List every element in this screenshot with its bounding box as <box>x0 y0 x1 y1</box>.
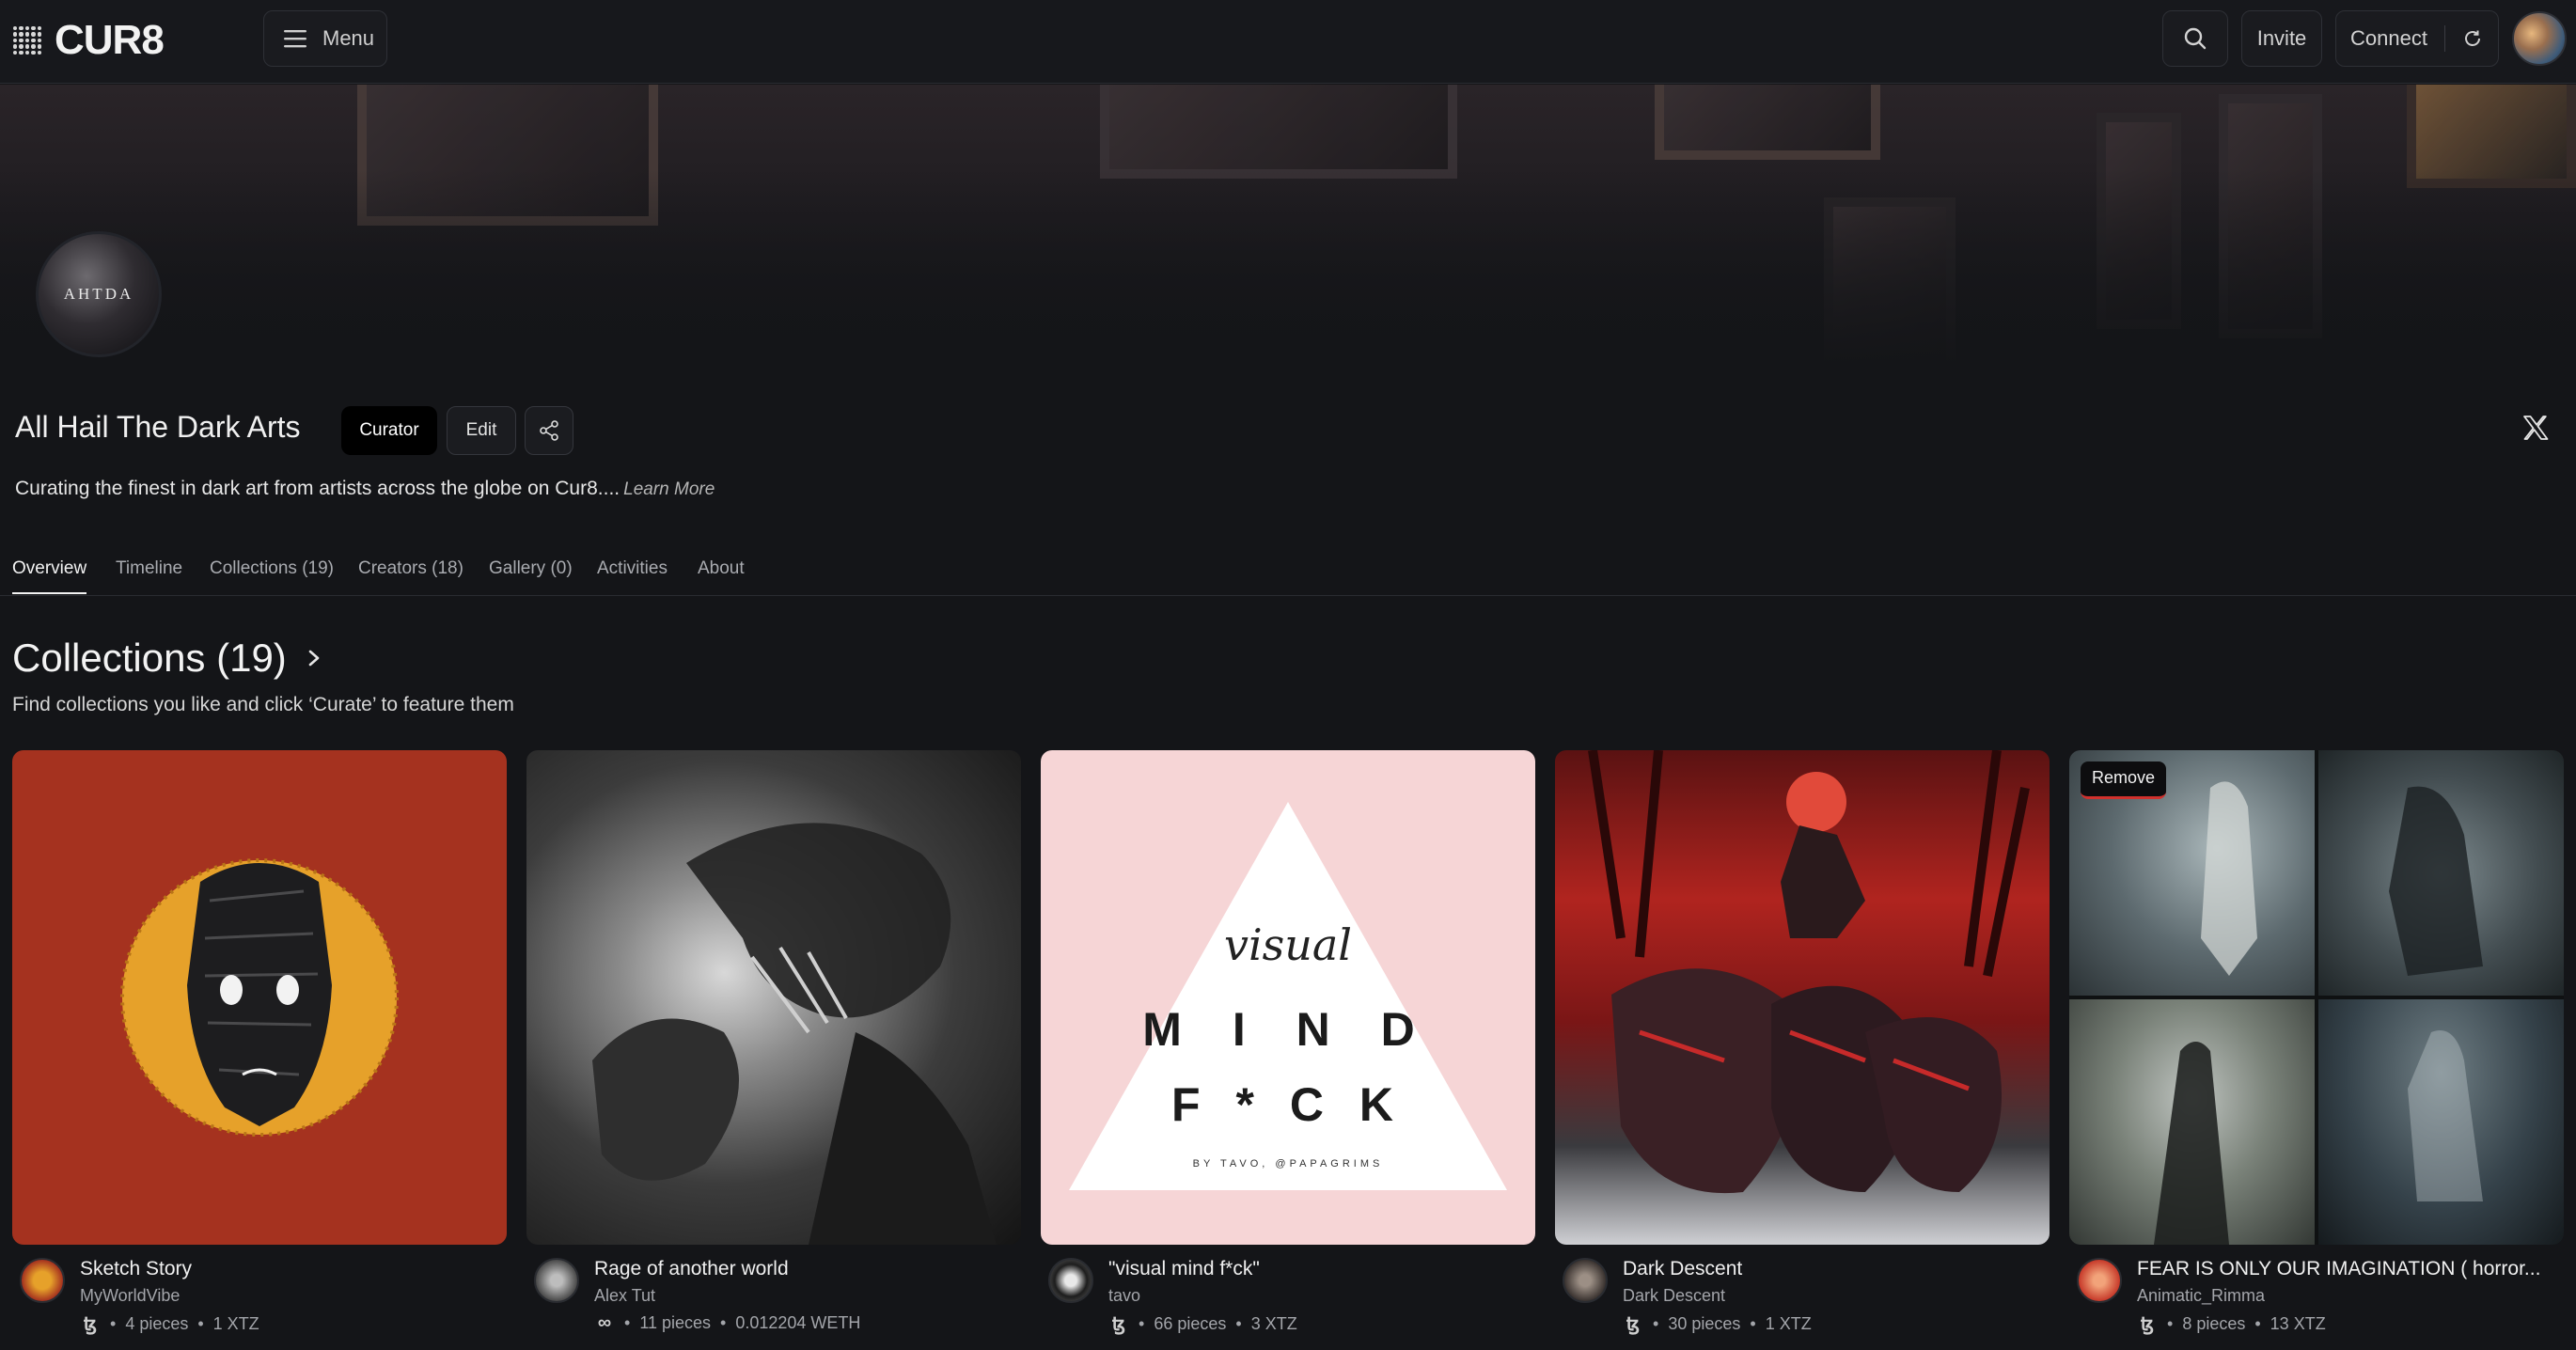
tab-activities[interactable]: Activities <box>597 558 668 592</box>
tab-overview[interactable]: Overview <box>12 558 87 594</box>
creator-avatar[interactable] <box>534 1258 579 1303</box>
collections-heading[interactable]: Collections (19) <box>12 636 324 681</box>
collection-title[interactable]: FEAR IS ONLY OUR IMAGINATION ( horror... <box>2137 1258 2551 1280</box>
share-icon <box>540 420 558 441</box>
connect-button[interactable]: Connect <box>2335 10 2499 67</box>
tezos-icon: ꜩ <box>83 1314 98 1335</box>
remove-button[interactable]: Remove <box>2081 761 2167 799</box>
collection-image[interactable]: Remove <box>2069 750 2564 1245</box>
piece-count: 4 pieces <box>125 1314 189 1333</box>
creator-avatar[interactable] <box>20 1258 65 1303</box>
logo-text: CUR8 <box>55 17 165 63</box>
collection-image[interactable] <box>1555 750 2050 1245</box>
collection-card[interactable]: Dark Descent Dark Descent ꜩ • 30 pieces … <box>1555 750 2050 1348</box>
artwork-byline: BY TAVO, @PAPAGRIMS <box>1192 1158 1384 1169</box>
logo-grid-icon <box>13 26 41 55</box>
learn-more-link[interactable]: Learn More <box>623 479 715 499</box>
collection-meta: ꜩ • 4 pieces • 1 XTZ <box>80 1312 259 1336</box>
search-icon <box>2184 27 2207 50</box>
piece-count: 8 pieces <box>2182 1314 2246 1333</box>
collection-meta: ꜩ • 66 pieces • 3 XTZ <box>1108 1312 1297 1336</box>
edit-label: Edit <box>465 420 497 440</box>
collection-image[interactable] <box>526 750 1021 1245</box>
collections-title: Collections (19) <box>12 636 287 680</box>
logo[interactable]: CUR8 <box>13 17 165 64</box>
piece-count: 11 pieces <box>639 1313 712 1332</box>
divider <box>2443 25 2445 52</box>
page-title: All Hail The Dark Arts <box>15 410 301 444</box>
floor-price: 13 XTZ <box>2270 1314 2326 1333</box>
collection-card[interactable]: Remove FEAR IS ONLY OUR IMAGINATION ( ho… <box>2069 750 2564 1348</box>
menu-label: Menu <box>322 26 375 50</box>
collection-creator[interactable]: tavo <box>1108 1286 1140 1306</box>
tab-collections[interactable]: Collections (19) <box>210 558 334 592</box>
collection-image[interactable] <box>12 750 507 1245</box>
collections-subtitle: Find collections you like and click ‘Cur… <box>12 694 514 715</box>
collection-creator[interactable]: Animatic_Rimma <box>2137 1286 2265 1306</box>
piece-count: 30 pieces <box>1668 1314 1741 1333</box>
collection-creator[interactable]: Alex Tut <box>594 1286 655 1306</box>
profile-banner <box>0 85 2576 367</box>
refresh-icon[interactable] <box>2462 28 2483 49</box>
top-bar: CUR8 Menu Invite Connect <box>0 0 2576 84</box>
connect-label: Connect <box>2350 26 2427 50</box>
artwork-line-2: F * C K <box>1171 1078 1405 1131</box>
tezos-icon: ꜩ <box>1111 1314 1126 1335</box>
description-text: Curating the finest in dark art from art… <box>15 478 620 499</box>
floor-price: 3 XTZ <box>1250 1314 1297 1333</box>
tezos-icon: ꜩ <box>2140 1314 2155 1335</box>
chevron-right-icon <box>308 650 320 667</box>
collection-title[interactable]: Dark Descent <box>1623 1258 2036 1280</box>
edit-button[interactable]: Edit <box>447 406 516 455</box>
search-button[interactable] <box>2162 10 2228 67</box>
collection-creator[interactable]: MyWorldVibe <box>80 1286 180 1306</box>
collection-title[interactable]: "visual mind f*ck" <box>1108 1258 1522 1280</box>
collection-title[interactable]: Rage of another world <box>594 1258 1008 1280</box>
collection-meta: ꜩ • 30 pieces • 1 XTZ <box>1623 1312 1812 1336</box>
tab-gallery[interactable]: Gallery (0) <box>489 558 573 592</box>
floor-price: 1 XTZ <box>1765 1314 1812 1333</box>
tab-timeline[interactable]: Timeline <box>116 558 182 592</box>
curator-label: Curator <box>359 420 419 440</box>
collection-title[interactable]: Sketch Story <box>80 1258 494 1280</box>
profile-avatar: AHTDA <box>36 231 162 357</box>
menu-button[interactable]: Menu <box>263 10 387 67</box>
collection-creator[interactable]: Dark Descent <box>1623 1286 1725 1306</box>
tab-creators[interactable]: Creators (18) <box>358 558 463 592</box>
hamburger-icon <box>284 30 306 48</box>
tezos-icon: ꜩ <box>1626 1314 1641 1335</box>
collection-card[interactable]: Rage of another world Alex Tut ∞ • 11 pi… <box>526 750 1021 1348</box>
share-button[interactable] <box>525 406 573 455</box>
avatar-text: AHTDA <box>63 285 134 303</box>
creator-avatar[interactable] <box>1563 1258 1608 1303</box>
piece-count: 66 pieces <box>1154 1314 1227 1333</box>
collection-card[interactable]: Sketch Story MyWorldVibe ꜩ • 4 pieces • … <box>12 750 507 1348</box>
invite-button[interactable]: Invite <box>2241 10 2322 67</box>
collection-meta: ꜩ • 8 pieces • 13 XTZ <box>2137 1312 2326 1336</box>
artwork-script-text: visual <box>1223 919 1353 970</box>
creator-avatar[interactable] <box>1048 1258 1093 1303</box>
curator-badge[interactable]: Curator <box>341 406 437 455</box>
profile-description: Curating the finest in dark art from art… <box>15 478 715 500</box>
collection-meta: ∞ • 11 pieces • 0.012204 WETH <box>594 1312 861 1334</box>
invite-label: Invite <box>2256 26 2307 50</box>
profile-tabs: Overview Timeline Collections (19) Creat… <box>0 555 2576 596</box>
polygon-icon: ∞ <box>597 1312 612 1333</box>
collection-image[interactable]: visual M I N D F * C K BY TAVO, @PAPAGRI… <box>1041 750 1535 1245</box>
user-avatar[interactable] <box>2512 11 2567 66</box>
artwork-line-1: M I N D <box>1142 1003 1434 1056</box>
floor-price: 1 XTZ <box>212 1314 259 1333</box>
floor-price: 0.012204 WETH <box>735 1313 861 1332</box>
creator-avatar[interactable] <box>2077 1258 2122 1303</box>
x-twitter-icon[interactable] <box>2521 414 2550 442</box>
tab-about[interactable]: About <box>698 558 745 592</box>
collection-card[interactable]: visual M I N D F * C K BY TAVO, @PAPAGRI… <box>1041 750 1535 1348</box>
